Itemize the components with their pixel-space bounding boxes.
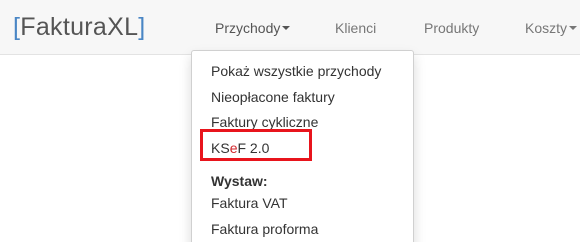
menu-item-unpaid-invoices[interactable]: Nieopłacone faktury <box>211 88 335 106</box>
caret-down-icon <box>569 26 578 31</box>
nav-produkty-label: Produkty <box>424 20 480 36</box>
caret-down-icon <box>282 26 291 31</box>
nav-koszty-label: Koszty <box>525 20 568 36</box>
nav-przychody-label: Przychody <box>215 20 281 36</box>
ksef-highlight-box <box>200 129 312 161</box>
nav-koszty[interactable]: Koszty <box>525 19 578 37</box>
menu-section-header-issue: Wystaw: <box>211 173 268 189</box>
nav-klienci[interactable]: Klienci <box>335 19 376 37</box>
brand-close-bracket: ] <box>138 13 146 41</box>
nav-klienci-label: Klienci <box>335 20 377 36</box>
brand-logo[interactable]: [FakturaXL] <box>13 12 146 42</box>
top-navbar: [FakturaXL] Przychody Klienci Produkty K… <box>0 0 580 55</box>
menu-item-vat-invoice[interactable]: Faktura VAT <box>211 194 288 212</box>
nav-produkty[interactable]: Produkty <box>424 19 479 37</box>
nav-przychody[interactable]: Przychody <box>215 19 291 37</box>
brand-name: FakturaXL <box>20 13 139 41</box>
menu-item-show-all-income[interactable]: Pokaż wszystkie przychody <box>211 62 381 80</box>
menu-item-proforma-invoice[interactable]: Faktura proforma <box>211 220 318 238</box>
